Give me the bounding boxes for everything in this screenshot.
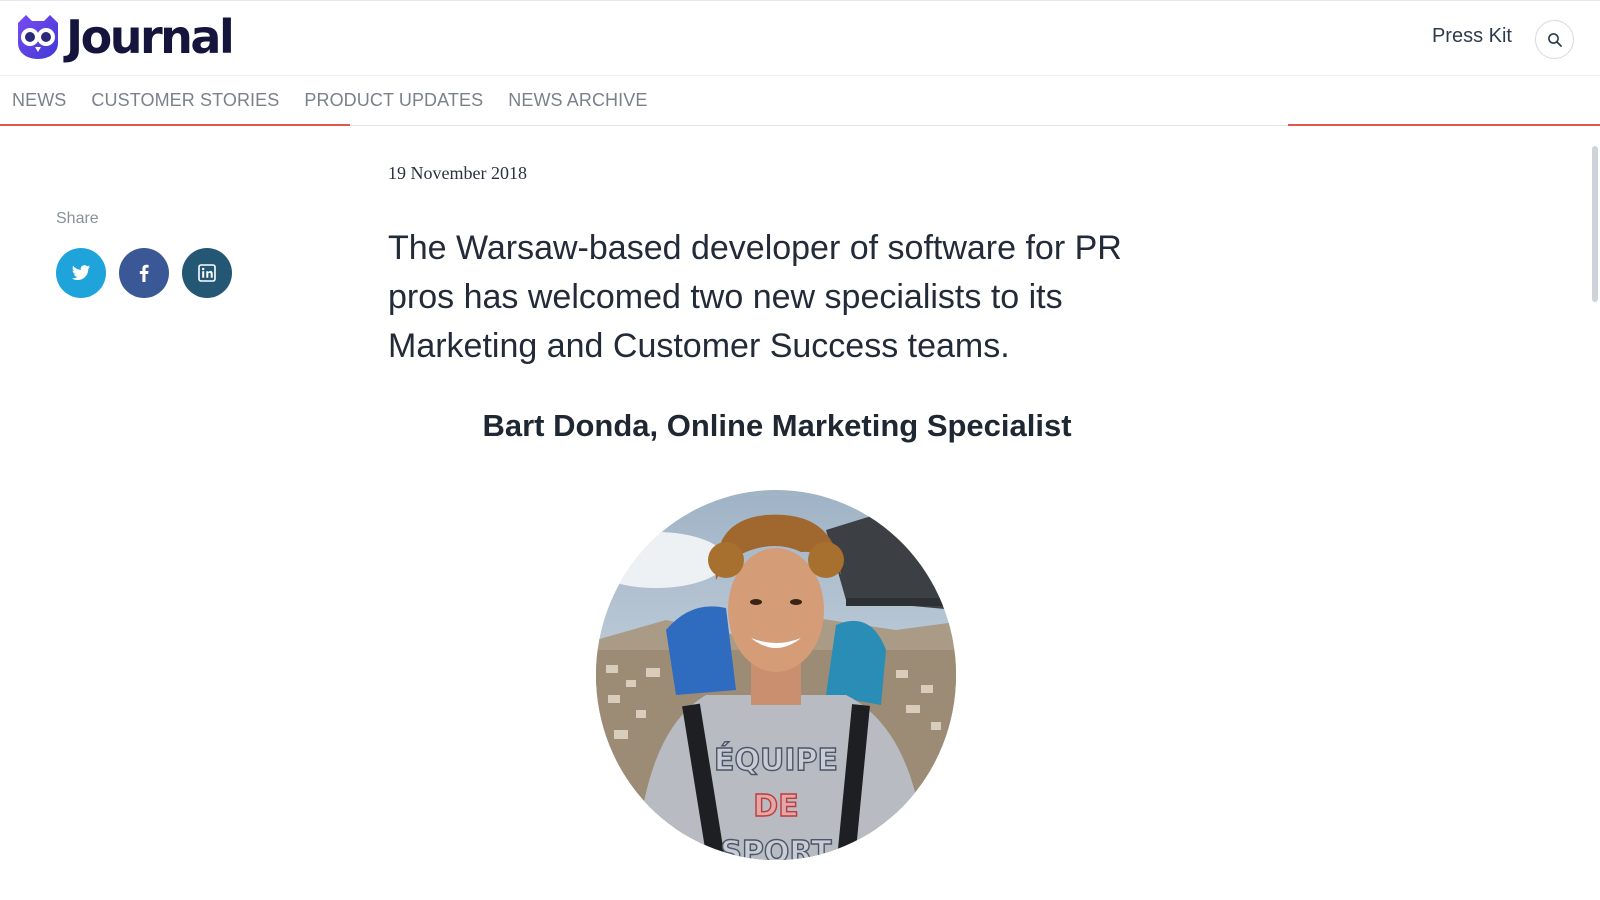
article-date: 19 November 2018 — [388, 163, 527, 183]
shirt-text-line-3: SPORT — [720, 835, 832, 860]
owl-logo-icon — [18, 15, 58, 59]
linkedin-icon — [198, 264, 216, 282]
share-twitter-button[interactable] — [56, 248, 106, 298]
twitter-icon — [71, 265, 91, 281]
journal-logo[interactable]: Journal — [12, 10, 235, 64]
team-member-photo: ÉQUIPE DE SPORT — [596, 490, 956, 860]
nav-news[interactable]: NEWS — [12, 90, 66, 111]
search-button[interactable] — [1535, 20, 1574, 59]
portrait-illustration: ÉQUIPE DE SPORT — [596, 490, 956, 860]
site-header: Journal Press Kit — [0, 0, 1600, 76]
search-icon — [1547, 32, 1562, 47]
press-kit-link[interactable]: Press Kit — [1432, 25, 1512, 48]
nav-product-updates[interactable]: PRODUCT UPDATES — [304, 90, 483, 111]
category-nav: NEWS CUSTOMER STORIES PRODUCT UPDATES NE… — [0, 76, 1600, 126]
nav-accent-rule-left — [0, 124, 350, 126]
share-buttons — [56, 248, 245, 298]
nav-news-archive[interactable]: NEWS ARCHIVE — [508, 90, 647, 111]
shirt-text-line-1: ÉQUIPE — [714, 742, 838, 778]
article-lead: The Warsaw-based developer of software f… — [388, 229, 1122, 365]
page-scrollbar[interactable] — [1592, 146, 1598, 302]
facebook-icon — [139, 264, 149, 282]
nav-divider — [350, 125, 1288, 126]
share-label: Share — [56, 210, 99, 227]
brand-name: Journal — [66, 10, 235, 64]
nav-accent-rule-right — [1288, 124, 1600, 126]
nav-customer-stories[interactable]: CUSTOMER STORIES — [91, 90, 279, 111]
share-facebook-button[interactable] — [119, 248, 169, 298]
share-linkedin-button[interactable] — [182, 248, 232, 298]
article-subheading: Bart Donda, Online Marketing Specialist — [482, 408, 1072, 443]
shirt-text-line-2: DE — [753, 789, 798, 824]
